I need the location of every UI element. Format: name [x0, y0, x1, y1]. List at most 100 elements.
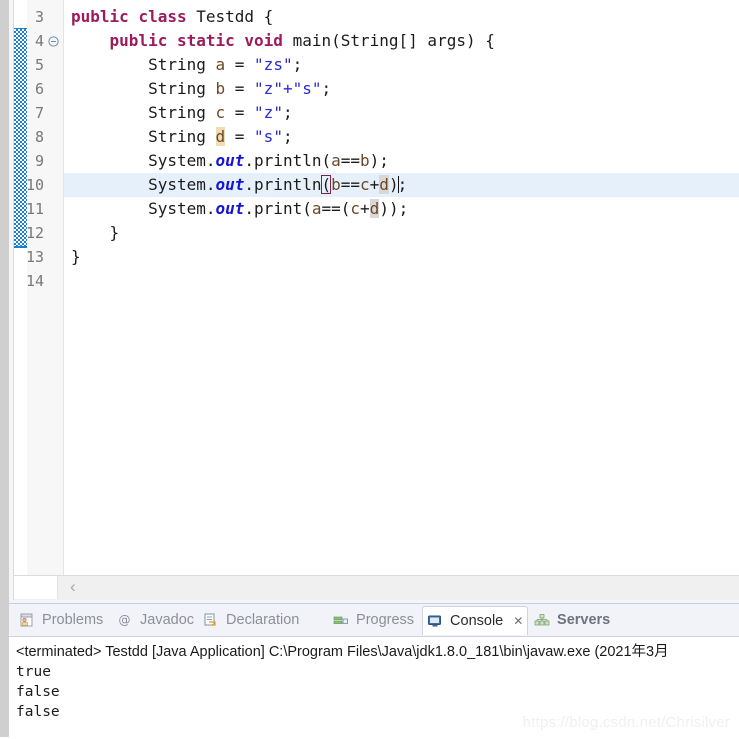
token-variable-declaration-occurrence: d	[215, 127, 226, 146]
progress-icon	[333, 610, 349, 624]
close-icon[interactable]: ✕	[513, 614, 523, 628]
code-line[interactable]: }	[64, 221, 739, 245]
token-variable-occurrence: d	[369, 199, 380, 218]
code-line[interactable]: String c = "z";	[64, 101, 739, 125]
console-output-line: false	[16, 684, 60, 700]
token-variable: c	[350, 199, 361, 218]
scrollbar-corner	[13, 576, 58, 599]
line-number: 11	[25, 200, 44, 218]
line-number: 10	[25, 176, 44, 194]
line-number: 5	[34, 56, 44, 74]
token-text: String	[71, 79, 216, 98]
tab-console[interactable]: Console ✕	[422, 606, 529, 635]
tab-label: Problems	[42, 612, 104, 629]
line-number: 9	[34, 152, 44, 170]
line-number-gutter[interactable]: 2 3 4 5 6 7 8 9 10 11 12 13 14	[26, 0, 64, 576]
token-string: "z"	[254, 79, 283, 98]
tab-javadoc[interactable]: @ Javadoc	[113, 607, 198, 633]
token-variable: c	[215, 103, 226, 122]
code-line[interactable]: String a = "zs";	[64, 53, 739, 77]
code-editor[interactable]: 2 3 4 5 6 7 8 9 10 11 12 13 14	[13, 0, 739, 600]
token-variable: c	[360, 175, 370, 194]
line-number: 13	[25, 248, 44, 266]
token-keyword: class	[138, 7, 187, 26]
watermark: https://blog.csdn.net/Chrisilver	[522, 714, 730, 731]
code-line[interactable]: System.out.println(a==b);	[64, 149, 739, 173]
token-punct: ;	[282, 103, 293, 122]
token-text: String	[71, 127, 216, 146]
scroll-left-arrow-icon[interactable]: ‹	[70, 576, 76, 599]
console-launch-header: <terminated> Testdd [Java Application] C…	[16, 644, 669, 660]
code-editor-viewport[interactable]: 2 3 4 5 6 7 8 9 10 11 12 13 14	[13, 0, 739, 576]
token-keyword: void	[244, 31, 283, 50]
tab-problems[interactable]: Problems	[15, 607, 107, 633]
line-number: 8	[34, 128, 44, 146]
token-punct: }	[71, 247, 81, 266]
token-operator: ==(	[321, 199, 351, 218]
tab-label: Javadoc	[140, 612, 195, 629]
line-number: 4	[34, 32, 44, 50]
tab-label: Servers	[557, 612, 611, 629]
code-line[interactable]: System.out.print(a==(c+d));	[64, 197, 739, 221]
token-punct: ;	[321, 79, 332, 98]
code-line[interactable]: String b = "z"+"s";	[64, 77, 739, 101]
tab-declaration[interactable]: Declaration	[199, 607, 303, 633]
tab-progress[interactable]: Progress	[329, 607, 418, 633]
code-line[interactable]: String d = "s";	[64, 125, 739, 149]
tab-servers[interactable]: Servers	[530, 607, 614, 633]
bottom-panel-left-rail	[0, 600, 9, 737]
tab-label: Console	[450, 613, 504, 630]
token-text: =	[225, 127, 255, 146]
code-line[interactable]: public class Testdd {	[64, 5, 739, 29]
line-number: 12	[25, 224, 44, 242]
token-variable: b	[360, 151, 370, 170]
console-output-line: false	[16, 704, 60, 720]
token-operator: +	[282, 79, 293, 98]
token-punct: }	[71, 223, 120, 242]
token-static-field: out	[215, 199, 245, 218]
code-line[interactable]	[64, 269, 739, 293]
token-text: =	[225, 55, 255, 74]
token-variable: b	[331, 175, 341, 194]
token-punct: ));	[379, 199, 409, 218]
token-string: "zs"	[254, 55, 293, 74]
svg-text:@: @	[119, 613, 131, 627]
token-operator: ==	[340, 175, 361, 194]
token-text: =	[225, 79, 255, 98]
token-string: "z"	[254, 103, 283, 122]
token-keyword: static	[176, 31, 235, 50]
token-text: .print(	[244, 199, 312, 218]
token-punct: {	[254, 7, 274, 26]
fold-collapse-icon[interactable]	[47, 29, 59, 53]
tab-label: Progress	[356, 612, 415, 629]
token-classname: Testdd	[196, 7, 255, 26]
token-variable-occurrence: d	[379, 175, 389, 194]
problems-icon	[19, 610, 35, 627]
editor-horizontal-scrollbar[interactable]: ‹	[13, 575, 739, 600]
token-operator: ==	[340, 151, 361, 170]
token-method: main(String[] args) {	[282, 31, 495, 50]
token-operator: +	[369, 175, 380, 194]
code-line[interactable]: public static void main(String[] args) {	[64, 29, 739, 53]
editor-left-border	[13, 0, 14, 600]
window-left-rail	[0, 0, 9, 600]
code-text-area[interactable]: public class Testdd { public static void…	[64, 0, 739, 576]
code-line-current[interactable]: System.out.println(b==c+d);	[64, 173, 739, 197]
token-static-field: out	[215, 151, 245, 170]
console-icon	[427, 610, 443, 627]
token-punct: ;	[292, 55, 303, 74]
token-punct: ;	[282, 127, 293, 146]
line-number: 6	[34, 80, 44, 98]
declaration-icon	[203, 610, 219, 627]
code-line[interactable]: }	[64, 245, 739, 269]
token-variable: b	[215, 79, 226, 98]
token-keyword: public	[109, 31, 168, 50]
token-text: String	[71, 103, 216, 122]
token-static-field: out	[215, 175, 245, 194]
token-punct: );	[369, 151, 389, 170]
javadoc-icon: @	[117, 610, 133, 627]
